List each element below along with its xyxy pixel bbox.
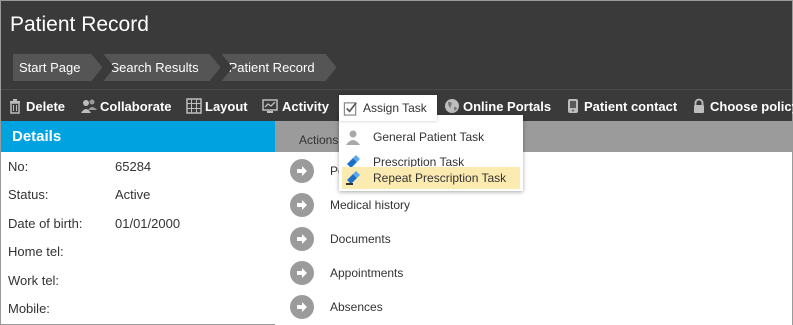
menu-item-repeat-prescription-task[interactable]: Repeat Prescription Task [342,167,520,189]
page-title: Patient Record [10,13,149,36]
field-row: No: 65284 [1,152,275,181]
field-label: Date of birth: [8,215,83,231]
breadcrumb-start-page[interactable]: Start Page [13,54,102,81]
patient-contact-button[interactable]: Patient contact [565,90,677,122]
menu-item-label: General Patient Task [373,130,485,144]
person-icon [344,128,362,146]
field-value: Active [115,187,151,203]
details-heading: Details [1,121,275,152]
assign-task-menu: General Patient Task Prescription Task R… [339,115,523,191]
field-label: Mobile: [8,301,50,317]
field-value: 01/01/2000 [115,215,181,231]
activity-label: Activity [282,98,329,114]
checkbox-clipboard-icon [343,101,357,116]
action-label: Medical history [330,198,411,212]
trash-icon [10,99,20,114]
breadcrumb-search-results[interactable]: Search Results [103,54,220,81]
lock-icon [694,98,704,113]
app-header: Patient Record Start Page Search Results… [1,1,792,89]
details-fields: No: 65284 Status: Active Date of birth: … [1,152,275,323]
activity-button[interactable]: Activity [261,90,329,122]
action-label: Appointments [330,266,404,280]
action-item[interactable]: Absences [290,294,383,320]
arrow-right-icon [290,295,314,319]
action-label: Absences [330,300,383,314]
assign-task-button[interactable]: Assign Task [339,95,437,121]
collaborate-label: Collaborate [100,98,172,114]
field-row: Status: Active [1,181,275,210]
monitor-chart-icon [262,99,278,113]
field-row: Work tel: [1,266,275,295]
choose-policy-label: Choose policy [710,98,793,114]
action-item[interactable]: Documents [290,226,391,252]
breadcrumb: Start Page Search Results Patient Record [13,54,338,81]
patient-contact-label: Patient contact [584,98,678,114]
arrow-right-icon [290,261,314,285]
action-item[interactable]: Pe [290,158,345,184]
actions-heading: Actions [299,133,339,147]
field-label: Home tel: [8,244,64,260]
field-row: Mobile: [1,295,275,324]
arrow-right-icon [290,159,314,183]
delete-button[interactable]: Delete [7,90,65,122]
collaborate-button[interactable]: Collaborate [81,90,172,122]
field-label: Work tel: [8,272,60,288]
arrow-right-icon [290,193,314,217]
action-item[interactable]: Appointments [290,260,403,286]
field-label: Status: [8,187,49,203]
breadcrumb-patient-record[interactable]: Patient Record [222,54,337,81]
action-label: Documents [330,232,391,246]
arrow-right-icon [290,227,314,251]
grid-icon [186,98,202,114]
assign-task-dropdown: General Patient Task Prescription Task R… [339,95,523,193]
layout-label: Layout [205,98,248,114]
prescription-pen-icon [344,169,362,187]
phone-icon [568,99,578,113]
choose-policy-button[interactable]: Choose policy [691,90,793,122]
field-value: 65284 [115,158,152,174]
menu-item-general-patient-task[interactable]: General Patient Task [342,126,520,148]
action-item[interactable]: Medical history [290,192,410,218]
menu-item-label: Repeat Prescription Task [373,171,507,185]
people-icon [81,99,97,113]
assign-task-label: Assign Task [363,101,427,115]
field-row: Home tel: [1,238,275,267]
field-label: No: [8,158,29,174]
layout-button[interactable]: Layout [186,90,248,122]
delete-label: Delete [26,98,66,114]
field-row: Date of birth: 01/01/2000 [1,209,275,238]
